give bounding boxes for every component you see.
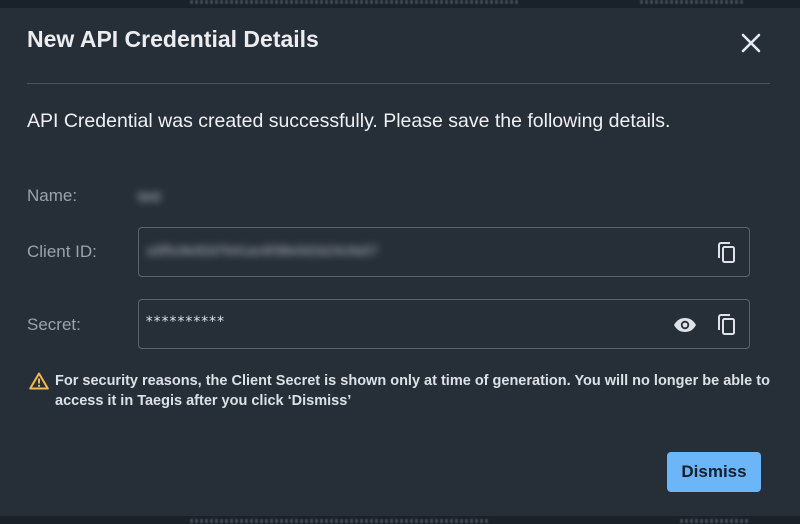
dialog-title: New API Credential Details (27, 26, 319, 52)
backdrop-text (190, 0, 520, 4)
client-id-label: Client ID: (27, 242, 97, 261)
name-value: test (138, 188, 161, 204)
eye-icon (674, 318, 696, 332)
show-secret-button[interactable] (672, 312, 698, 338)
client-id-field[interactable]: a3f5c8e92d7b41ac6f38e0d1b24c9a57 (138, 227, 750, 277)
name-label: Name: (27, 186, 78, 205)
warning-text: For security reasons, the Client Secret … (55, 373, 770, 409)
backdrop-text (680, 519, 750, 523)
client-id-value: a3f5c8e92d7b41ac6f38e0d1b24c9a57 (147, 243, 379, 258)
backdrop-text (640, 0, 745, 4)
secret-value: ********** (145, 314, 225, 330)
copy-secret-button[interactable] (713, 312, 739, 338)
warning-triangle-icon (29, 372, 49, 390)
copy-icon (718, 242, 735, 263)
backdrop-text (190, 519, 490, 523)
close-button[interactable] (736, 28, 766, 58)
success-message: API Credential was created successfully.… (27, 110, 671, 132)
close-icon (741, 33, 761, 53)
secret-label: Secret: (27, 315, 81, 334)
header-divider (27, 83, 770, 84)
secret-field[interactable]: ********** (138, 299, 750, 349)
dismiss-button[interactable]: Dismiss (667, 452, 761, 492)
copy-client-id-button[interactable] (713, 240, 739, 266)
api-credential-dialog: New API Credential Details API Credentia… (0, 0, 800, 524)
copy-icon (718, 314, 735, 335)
